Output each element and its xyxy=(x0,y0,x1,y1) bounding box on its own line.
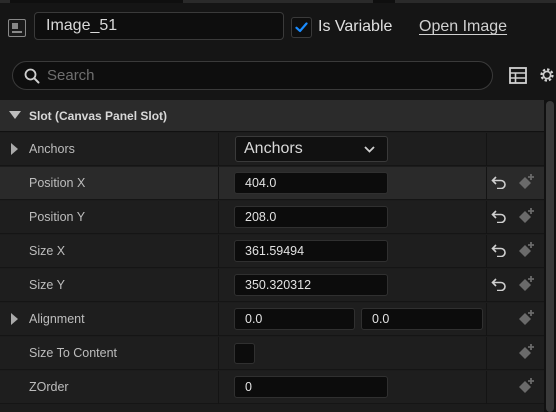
image-widget-icon xyxy=(8,19,26,37)
position-x-label: Position X xyxy=(29,176,86,190)
anchors-label: Anchors xyxy=(29,142,75,156)
open-image-link[interactable]: Open Image xyxy=(419,18,507,36)
expand-arrow-icon[interactable] xyxy=(11,143,18,155)
details-panel: Slot (Canvas Panel Slot) Anchors Anchors… xyxy=(0,100,544,412)
zorder-field[interactable]: 0 xyxy=(234,376,388,398)
size-y-row: Size Y 350.320312 xyxy=(0,269,544,302)
details-header: Image_51 Is Variable Open Image xyxy=(0,3,556,51)
anchors-dropdown-value: Anchors xyxy=(244,140,303,157)
keyframe-icon[interactable] xyxy=(516,343,536,363)
keyframe-icon[interactable] xyxy=(516,207,536,227)
checkmark-icon xyxy=(295,22,308,33)
anchors-row: Anchors Anchors xyxy=(0,133,544,166)
alignment-x-field[interactable]: 0.0 xyxy=(234,308,355,330)
size-x-row: Size X 361.59494 xyxy=(0,235,544,268)
reset-to-default-icon[interactable] xyxy=(491,175,507,189)
is-variable-label: Is Variable xyxy=(318,18,393,35)
section-title: Slot (Canvas Panel Slot) xyxy=(29,109,168,123)
alignment-row: Alignment 0.0 0.0 xyxy=(0,303,544,336)
vertical-scrollbar[interactable] xyxy=(544,100,556,412)
anchors-dropdown[interactable]: Anchors xyxy=(235,136,388,162)
collapse-arrow-icon xyxy=(9,111,21,119)
keyframe-icon[interactable] xyxy=(516,309,536,329)
scrollbar-thumb[interactable] xyxy=(546,101,554,412)
search-placeholder: Search xyxy=(47,67,95,84)
keyframe-icon[interactable] xyxy=(516,377,536,397)
keyframe-icon[interactable] xyxy=(516,173,536,193)
size-x-label: Size X xyxy=(29,244,66,258)
position-y-label: Position Y xyxy=(29,210,86,224)
size-y-field[interactable]: 350.320312 xyxy=(234,274,388,296)
gear-icon[interactable] xyxy=(538,66,556,84)
size-to-content-checkbox[interactable] xyxy=(234,343,255,364)
size-to-content-label: Size To Content xyxy=(29,346,118,360)
search-icon xyxy=(24,68,40,84)
table-icon[interactable] xyxy=(509,67,527,84)
position-x-field[interactable]: 404.0 xyxy=(234,172,388,194)
reset-to-default-icon[interactable] xyxy=(491,243,507,257)
expand-arrow-icon[interactable] xyxy=(11,313,18,325)
zorder-row: ZOrder 0 xyxy=(0,371,544,404)
reset-to-default-icon[interactable] xyxy=(491,277,507,291)
search-input[interactable]: Search xyxy=(12,61,493,90)
position-y-field[interactable]: 208.0 xyxy=(234,206,388,228)
chevron-down-icon xyxy=(364,146,375,153)
size-y-label: Size Y xyxy=(29,278,65,292)
alignment-label: Alignment xyxy=(29,312,85,326)
size-to-content-row: Size To Content xyxy=(0,337,544,370)
alignment-y-field[interactable]: 0.0 xyxy=(361,308,483,330)
keyframe-icon[interactable] xyxy=(516,241,536,261)
reset-to-default-icon[interactable] xyxy=(491,209,507,223)
position-x-row: Position X 404.0 xyxy=(0,167,544,200)
zorder-label: ZOrder xyxy=(29,380,69,394)
size-x-field[interactable]: 361.59494 xyxy=(234,240,388,262)
widget-name-input[interactable]: Image_51 xyxy=(34,12,284,40)
is-variable-checkbox[interactable] xyxy=(291,17,312,38)
keyframe-icon[interactable] xyxy=(516,275,536,295)
position-y-row: Position Y 208.0 xyxy=(0,201,544,234)
slot-section-header[interactable]: Slot (Canvas Panel Slot) xyxy=(0,100,544,132)
